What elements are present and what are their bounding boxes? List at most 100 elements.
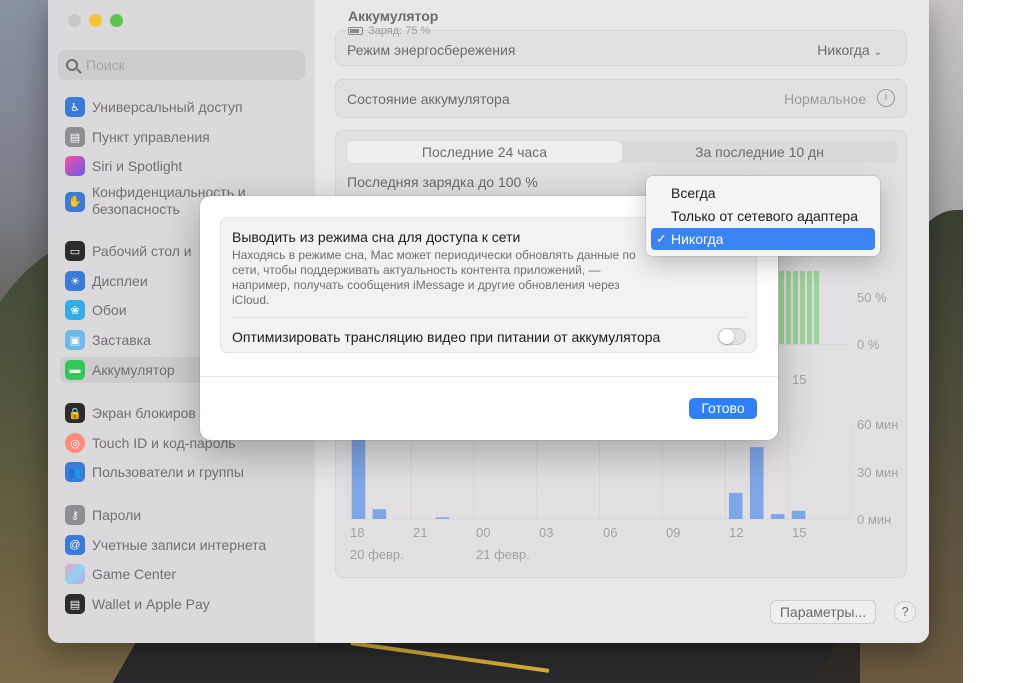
- time-label: 21: [413, 525, 428, 540]
- wallet-icon: ▤: [65, 594, 85, 614]
- time-label: 12: [729, 525, 744, 540]
- sheet-footer-separator: [200, 376, 778, 377]
- sidebar-item-label: Пароли: [92, 507, 142, 523]
- battery-health-value: Нормальное: [784, 91, 866, 107]
- time-label: 03: [539, 525, 554, 540]
- minimize-window-button[interactable]: [89, 14, 102, 27]
- usage-bar: [351, 432, 366, 519]
- key-icon: ⚷: [65, 505, 85, 525]
- level-x-label: 15: [792, 372, 807, 387]
- sidebar-item-label: Экран блокиров: [92, 405, 196, 421]
- time-label: 00: [476, 525, 491, 540]
- level-axis-0: 0 %: [857, 337, 880, 352]
- sidebar-item-label: Дисплеи: [92, 273, 148, 289]
- sidebar-item-users[interactable]: 👥 Пользователи и группы: [60, 459, 305, 485]
- menu-item-never[interactable]: ✓ Никогда: [651, 228, 875, 250]
- level-axis-50: 50 %: [857, 290, 887, 305]
- sheet-divider: [232, 317, 747, 318]
- search-icon: [66, 59, 78, 71]
- usage-bar: [728, 492, 743, 519]
- menu-item-label: Только от сетевого адаптера: [671, 208, 858, 224]
- battery-health-label: Состояние аккумулятора: [347, 91, 510, 107]
- wake-for-network-title: Выводить из режима сна для доступа к сет…: [232, 229, 521, 245]
- usage-bar: [749, 447, 764, 519]
- usage-axis-60: 60 мин: [857, 417, 899, 432]
- sidebar-item-label: Универсальный доступ: [92, 99, 243, 115]
- sidebar-item-wallet[interactable]: ▤ Wallet и Apple Pay: [60, 591, 305, 617]
- sidebar-item-label: Обои: [92, 302, 127, 318]
- hand-icon: ✋: [65, 192, 85, 212]
- time-label: 06: [603, 525, 618, 540]
- game-center-icon: [65, 564, 85, 584]
- zoom-window-button[interactable]: [110, 14, 123, 27]
- sidebar-item-label: Учетные записи интернета: [92, 537, 267, 553]
- sidebar-item-label: Siri и Spotlight: [92, 158, 183, 174]
- sidebar-item-label: Заставка: [92, 332, 151, 348]
- info-icon[interactable]: i: [877, 89, 895, 107]
- sidebar-item-label: Рабочий стол и: [92, 243, 192, 259]
- at-icon: @: [65, 535, 85, 555]
- battery-health-row: Состояние аккумулятора Нормальное i: [335, 79, 907, 118]
- sidebar-item-accessibility[interactable]: ♿ Универсальный доступ: [60, 94, 305, 120]
- usage-bar: [770, 514, 785, 519]
- tab-last-24h[interactable]: Последние 24 часа: [347, 141, 622, 163]
- sidebar-item-label: Wallet и Apple Pay: [92, 596, 210, 612]
- sidebar-item-label: Аккумулятор: [92, 362, 175, 378]
- tab-last-10d[interactable]: За последние 10 дн: [622, 141, 897, 163]
- menu-item-always[interactable]: Всегда: [651, 182, 875, 204]
- users-icon: 👥: [65, 462, 85, 482]
- wake-for-network-description: Находясь в режиме сна, Mac может периоди…: [232, 248, 636, 307]
- menu-item-label: Всегда: [671, 185, 716, 201]
- usage-bar: [791, 510, 806, 519]
- help-button[interactable]: ?: [894, 601, 916, 623]
- wallpaper-icon: ❀: [65, 300, 85, 320]
- sidebar-item-passwords[interactable]: ⚷ Пароли: [60, 502, 305, 528]
- accessibility-icon: ♿: [65, 97, 85, 117]
- level-bars: [779, 271, 821, 344]
- date-label: 20 февр.: [350, 547, 404, 562]
- usage-bar: [435, 517, 450, 519]
- optimize-video-label: Оптимизировать трансляцию видео при пита…: [232, 329, 661, 345]
- battery-status-icon: [348, 27, 363, 35]
- checkmark-icon: ✓: [656, 231, 667, 246]
- date-label: 21 февр.: [476, 547, 530, 562]
- pane-header: Аккумулятор Заряд: 75 %: [348, 8, 438, 37]
- menu-item-adapter-only[interactable]: Только от сетевого адаптера: [651, 205, 875, 227]
- last-charge-label: Последняя зарядка до 100 %: [347, 174, 538, 190]
- control-center-icon: ▤: [65, 127, 85, 147]
- page-title: Аккумулятор: [348, 8, 439, 24]
- battery-icon: ▬: [65, 360, 85, 380]
- menu-item-label: Никогда: [671, 231, 724, 247]
- sidebar-item-internet-accounts[interactable]: @ Учетные записи интернета: [60, 532, 305, 558]
- display-icon: ☀: [65, 271, 85, 291]
- wake-network-popup-menu: Всегда Только от сетевого адаптера ✓ Ник…: [646, 176, 880, 256]
- charge-text: Заряд: 75 %: [368, 25, 431, 37]
- search-placeholder: Поиск: [86, 57, 125, 73]
- time-label: 09: [666, 525, 681, 540]
- done-button[interactable]: Готово: [689, 398, 757, 419]
- window-controls: [68, 14, 123, 27]
- sidebar-item-label: Пункт управления: [92, 129, 210, 145]
- low-power-popup[interactable]: Никогда ⌄: [817, 42, 882, 58]
- fingerprint-icon: ◎: [65, 433, 85, 453]
- sidebar-item-label: Game Center: [92, 566, 177, 582]
- usage-axis-30: 30 мин: [857, 465, 899, 480]
- charge-status: Заряд: 75 %: [348, 25, 438, 37]
- search-input[interactable]: Поиск: [58, 50, 305, 80]
- low-power-label: Режим энергосбережения: [347, 42, 516, 58]
- time-range-tabs: Последние 24 часа За последние 10 дн: [347, 141, 897, 163]
- sidebar-item-game-center[interactable]: Game Center: [60, 561, 305, 587]
- options-button[interactable]: Параметры...: [770, 600, 876, 624]
- low-power-value: Никогда: [817, 42, 870, 58]
- sidebar-item-control-center[interactable]: ▤ Пункт управления: [60, 124, 305, 150]
- close-window-button[interactable]: [68, 14, 81, 27]
- siri-icon: [65, 156, 85, 176]
- time-label: 18: [350, 525, 365, 540]
- optimize-video-toggle[interactable]: [718, 328, 746, 345]
- usage-bar: [372, 509, 387, 519]
- chevron-updown-icon: ⌄: [873, 47, 882, 58]
- usage-axis-0: 0 мин: [857, 512, 892, 527]
- screensaver-icon: ▣: [65, 330, 85, 350]
- sidebar-item-siri[interactable]: Siri и Spotlight: [60, 153, 305, 179]
- lock-icon: 🔒: [65, 403, 85, 423]
